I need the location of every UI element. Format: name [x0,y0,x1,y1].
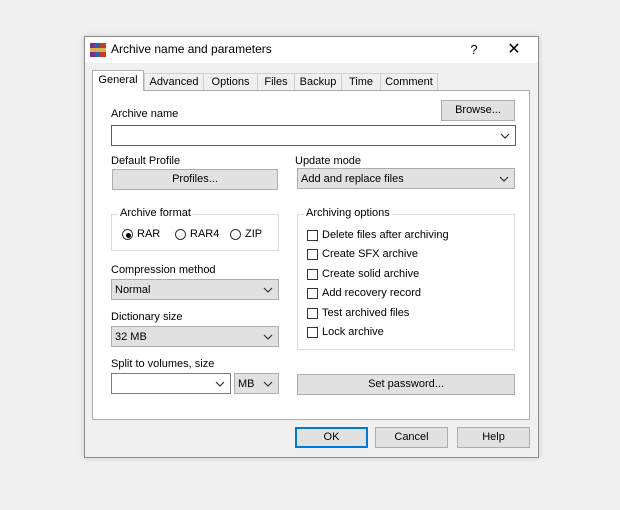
update-mode-select[interactable]: Add and replace files [297,168,515,189]
compression-method-label: Compression method [111,264,216,276]
delete-files-label: Delete files after archiving [322,229,449,241]
format-rar-label: RAR [137,228,161,240]
help-icon[interactable]: ? [463,40,485,60]
browse-button[interactable]: Browse... [441,100,515,121]
split-unit-value: MB [238,377,255,390]
recovery-record-label: Add recovery record [322,287,422,299]
radio-circle [122,229,133,240]
chevron-down-icon [215,381,225,387]
checkbox-box [307,230,318,241]
radio-circle [230,229,241,240]
compression-method-value: Normal [115,283,151,296]
update-mode-value: Add and replace files [301,172,404,185]
chevron-down-icon [263,381,273,387]
general-panel: Archive name Browse... Default Profile P… [92,90,530,420]
tab-options[interactable]: Options [203,73,258,90]
lock-archive-label: Lock archive [322,326,384,338]
archive-name-input[interactable] [111,125,516,146]
create-solid-label: Create solid archive [322,268,420,280]
close-icon[interactable]: ✕ [503,40,525,60]
tab-files[interactable]: Files [257,73,295,90]
update-mode-label: Update mode [295,155,362,167]
chevron-down-icon [263,334,273,340]
window-title: Archive name and parameters [111,42,272,56]
set-password-button[interactable]: Set password... [297,374,515,395]
title-bar[interactable]: Archive name and parameters ? ✕ [85,37,538,63]
archiving-options-group: Archiving options Delete files after arc… [297,207,515,350]
dictionary-size-label: Dictionary size [111,311,183,323]
dictionary-size-select[interactable]: 32 MB [111,326,279,347]
chevron-down-icon [263,287,273,293]
split-unit-select[interactable]: MB [234,373,279,394]
help-button[interactable]: Help [457,427,530,448]
checkbox-box [307,269,318,280]
radio-dot [126,233,131,238]
default-profile-label: Default Profile [111,155,181,167]
checkbox-box [307,288,318,299]
tab-time[interactable]: Time [341,73,381,90]
split-volumes-label: Split to volumes, size [111,358,215,370]
format-rar4-label: RAR4 [190,228,220,240]
tab-advanced[interactable]: Advanced [144,73,204,90]
tab-general[interactable]: General [92,70,144,91]
tab-comment[interactable]: Comment [380,73,438,90]
checkbox-box [307,249,318,260]
winrar-books-icon [90,43,106,57]
radio-circle [175,229,186,240]
ok-button[interactable]: OK [295,427,368,448]
cancel-button[interactable]: Cancel [375,427,448,448]
chevron-down-icon [500,133,510,139]
profiles-button[interactable]: Profiles... [112,169,278,190]
chevron-down-icon [499,176,509,182]
archiving-options-label: Archiving options [304,207,392,219]
archive-format-group: Archive format RAR RAR4 ZIP [111,207,279,251]
archive-format-label: Archive format [118,207,193,219]
archive-name-label: Archive name [111,108,179,120]
tab-backup[interactable]: Backup [294,73,342,90]
archive-dialog: Archive name and parameters ? ✕ General … [84,36,539,458]
test-files-label: Test archived files [322,307,410,319]
checkbox-box [307,308,318,319]
split-size-input[interactable] [111,373,231,394]
dictionary-size-value: 32 MB [115,330,147,343]
compression-method-select[interactable]: Normal [111,279,279,300]
checkbox-box [307,327,318,338]
format-zip-label: ZIP [245,228,263,240]
create-sfx-label: Create SFX archive [322,248,418,260]
